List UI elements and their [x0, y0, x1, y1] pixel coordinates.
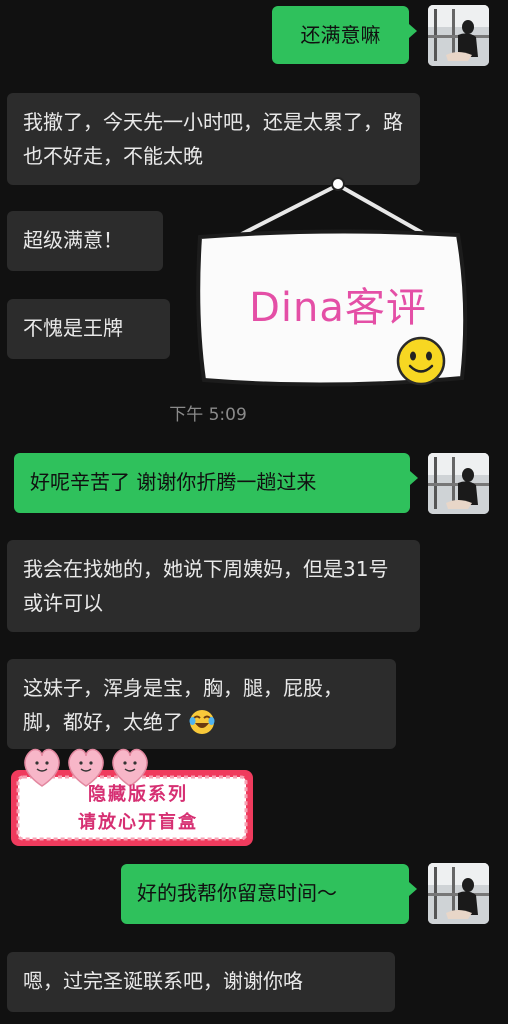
message-bubble-incoming[interactable]: 超级满意！ — [7, 211, 163, 271]
message-bubble-outgoing[interactable]: 还满意嘛 — [272, 6, 417, 64]
message-text: 好的我帮你留意时间～ — [137, 881, 337, 905]
timestamp: 下午 5:09 — [169, 405, 247, 425]
message-bubble-incoming[interactable]: 嗯，过完圣诞联系吧，谢谢你咯 — [7, 952, 395, 1012]
sticker-sign: Dina客评 — [190, 175, 475, 395]
message-text: 我撤了，今天先一小时吧，还是太累了，路也不好走，不能太晚 — [23, 110, 403, 168]
message-bubble-incoming[interactable]: 不愧是王牌 — [7, 299, 170, 359]
avatar[interactable] — [428, 863, 489, 924]
message-text: 不愧是王牌 — [23, 316, 123, 340]
message-text: 还满意嘛 — [300, 23, 381, 47]
message-bubble-outgoing[interactable]: 好呢辛苦了 谢谢你折腾一趟过来 — [14, 453, 418, 513]
avatar[interactable] — [428, 453, 489, 514]
chat-area: 还满意嘛 我撤了，今天先一小时吧，还是太累了，路也不好走，不能太晚 超级满意！ … — [0, 0, 508, 1024]
smiley-face-icon — [396, 336, 446, 386]
tears-of-joy-emoji-icon — [189, 709, 215, 735]
user-avatar-icon — [428, 5, 489, 66]
message-text: 我会在找她的，她说下周姨妈，但是31号或许可以 — [23, 557, 389, 615]
message-text: 好呢辛苦了 谢谢你折腾一趟过来 — [30, 470, 317, 494]
message-bubble-incoming[interactable]: 我撤了，今天先一小时吧，还是太累了，路也不好走，不能太晚 — [7, 93, 420, 185]
sticker-sign-text: Dina客评 — [249, 285, 427, 331]
message-bubble-incoming[interactable]: 这妹子，浑身是宝，胸，腿，屁股，脚，都好，太绝了 — [7, 659, 396, 749]
avatar[interactable] — [428, 5, 489, 66]
message-text: 嗯，过完圣诞联系吧，谢谢你咯 — [23, 969, 303, 993]
user-avatar-icon — [428, 453, 489, 514]
message-bubble-incoming[interactable]: 我会在找她的，她说下周姨妈，但是31号或许可以 — [7, 540, 420, 632]
user-avatar-icon — [428, 863, 489, 924]
banner-line-1: 隐藏版系列 — [88, 784, 188, 805]
message-text: 这妹子，浑身是宝，胸，腿，屁股，脚，都好，太绝了 — [23, 676, 343, 734]
sticker-banner: 隐藏版系列 请放心开盲盒 — [8, 742, 268, 848]
message-text: 超级满意！ — [23, 228, 123, 252]
message-bubble-outgoing[interactable]: 好的我帮你留意时间～ — [121, 864, 417, 924]
banner-line-2: 请放心开盲盒 — [78, 812, 198, 833]
